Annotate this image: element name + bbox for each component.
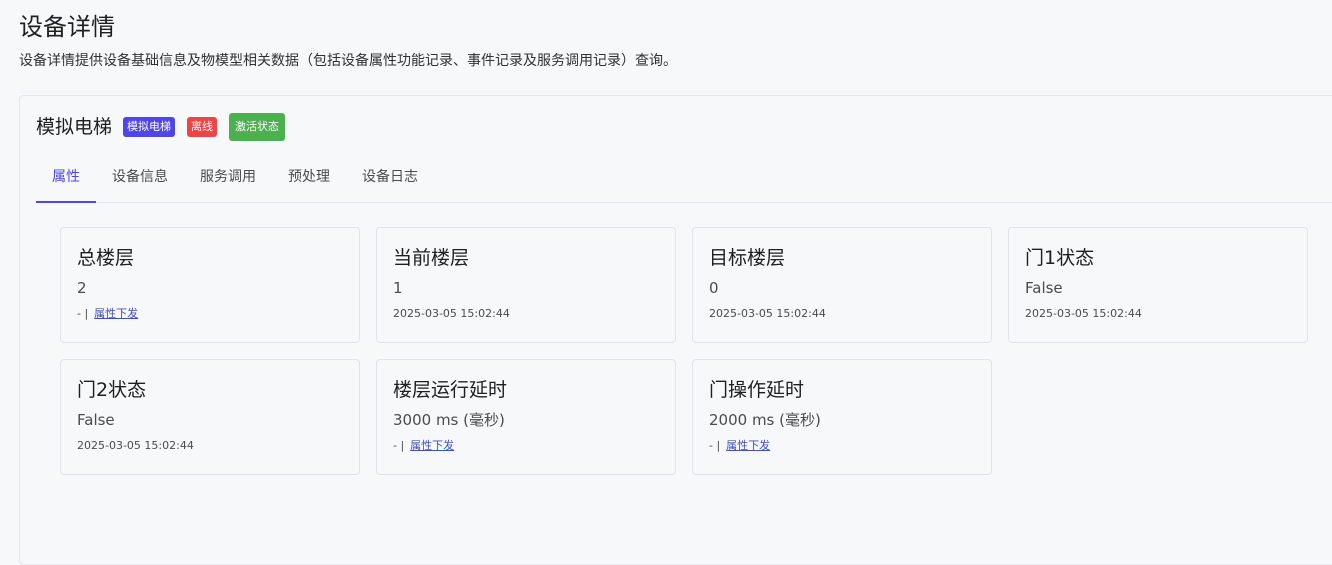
property-title: 总楼层 bbox=[77, 247, 135, 269]
property-card: 门操作延时 2000 ms (毫秒) - | 属性下发 bbox=[692, 359, 992, 475]
property-value: False bbox=[77, 411, 115, 429]
property-meta: - | 属性下发 bbox=[393, 438, 659, 454]
tab-device-info[interactable]: 设备信息 bbox=[96, 152, 184, 202]
set-property-link[interactable]: 属性下发 bbox=[726, 439, 770, 452]
property-title: 门1状态 bbox=[1025, 247, 1095, 269]
property-timestamp: 2025-03-05 15:02:44 bbox=[1025, 307, 1142, 320]
model-badge: 模拟电梯 bbox=[123, 117, 176, 137]
property-value: 3000 ms (毫秒) bbox=[393, 411, 505, 429]
page-description: 设备详情提供设备基础信息及物模型相关数据（包括设备属性功能记录、事件记录及服务调… bbox=[19, 53, 677, 69]
property-card: 当前楼层 1 2025-03-05 15:02:44 bbox=[376, 227, 676, 343]
device-header: 模拟电梯 模拟电梯 离线 激活状态 bbox=[36, 112, 297, 142]
property-value: 2000 ms (毫秒) bbox=[709, 411, 821, 429]
property-meta: - | 属性下发 bbox=[709, 438, 975, 454]
property-title: 门2状态 bbox=[77, 379, 147, 401]
property-card: 门1状态 False 2025-03-05 15:02:44 bbox=[1008, 227, 1308, 343]
property-title: 门操作延时 bbox=[709, 379, 805, 401]
property-title: 楼层运行延时 bbox=[393, 379, 508, 401]
status-badge: 离线 bbox=[187, 117, 218, 137]
property-value: False bbox=[1025, 279, 1063, 297]
device-name: 模拟电梯 bbox=[36, 116, 113, 138]
meta-separator: - | bbox=[709, 439, 721, 452]
page-header: 设备详情 设备详情提供设备基础信息及物模型相关数据（包括设备属性功能记录、事件记… bbox=[19, 10, 677, 71]
property-card: 目标楼层 0 2025-03-05 15:02:44 bbox=[692, 227, 992, 343]
tab-preprocessing[interactable]: 预处理 bbox=[272, 152, 346, 202]
property-card: 门2状态 False 2025-03-05 15:02:44 bbox=[60, 359, 360, 475]
property-value: 0 bbox=[709, 279, 719, 297]
property-value: 2 bbox=[77, 279, 87, 297]
activation-badge: 激活状态 bbox=[229, 113, 286, 141]
property-card: 总楼层 2 - | 属性下发 bbox=[60, 227, 360, 343]
property-timestamp: 2025-03-05 15:02:44 bbox=[709, 307, 826, 320]
meta-separator: - | bbox=[393, 439, 405, 452]
property-value: 1 bbox=[393, 279, 403, 297]
tab-service-call[interactable]: 服务调用 bbox=[184, 152, 272, 202]
property-timestamp: 2025-03-05 15:02:44 bbox=[77, 439, 194, 452]
tab-properties[interactable]: 属性 bbox=[36, 152, 96, 203]
tab-bar: 属性 设备信息 服务调用 预处理 设备日志 bbox=[36, 152, 1332, 203]
meta-separator: - | bbox=[77, 307, 89, 320]
property-title: 目标楼层 bbox=[709, 247, 786, 269]
device-panel: 模拟电梯 模拟电梯 离线 激活状态 属性 设备信息 服务调用 预处理 设备日志 … bbox=[19, 95, 1332, 565]
set-property-link[interactable]: 属性下发 bbox=[410, 439, 454, 452]
property-card: 楼层运行延时 3000 ms (毫秒) - | 属性下发 bbox=[376, 359, 676, 475]
tab-device-log[interactable]: 设备日志 bbox=[346, 152, 434, 202]
property-timestamp: 2025-03-05 15:02:44 bbox=[393, 307, 510, 320]
page-title: 设备详情 bbox=[19, 13, 115, 41]
property-title: 当前楼层 bbox=[393, 247, 470, 269]
set-property-link[interactable]: 属性下发 bbox=[94, 307, 138, 320]
property-meta: - | 属性下发 bbox=[77, 306, 343, 322]
